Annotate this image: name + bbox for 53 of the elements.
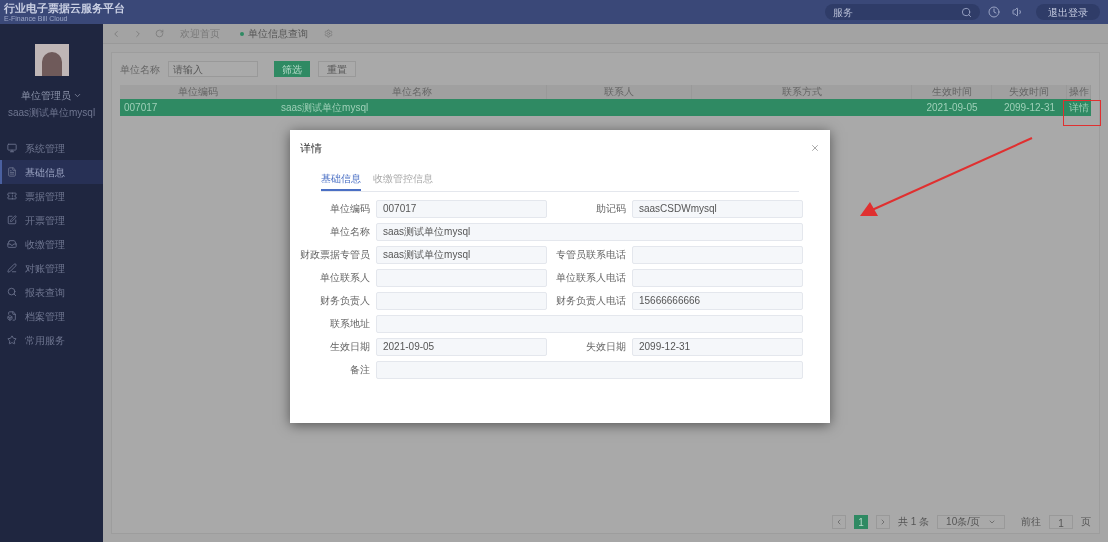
goto-label: 前往	[1021, 515, 1041, 529]
user-name[interactable]: 单位管理员	[21, 88, 71, 103]
user-org: saas测试单位mysql	[7, 106, 96, 120]
table-row[interactable]: 007017 saas测试单位mysql 2021-09-05 2099-12-31 详情	[120, 99, 1091, 116]
name-input-field[interactable]: 请输入	[168, 61, 258, 77]
field-label: 专管员联系电话	[555, 248, 626, 262]
field-label: 备注	[349, 363, 370, 377]
page-tab[interactable]: 单位信息查询	[236, 26, 312, 41]
logout-button[interactable]: 退出登录	[1036, 4, 1100, 20]
reset-button[interactable]: 重置	[318, 61, 356, 77]
sidebar-item[interactable]: 基础信息	[0, 160, 103, 184]
input-field[interactable]: saas测试单位mysql	[376, 222, 803, 241]
sidebar-item[interactable]: 常用服务	[0, 328, 103, 352]
table-cell: 2099-12-31	[1003, 102, 1056, 113]
table-cell: 2021-09-05	[926, 102, 978, 113]
field-label: 财政票据专管员	[299, 248, 370, 262]
field-label: 单位联系人电话	[555, 271, 626, 285]
page-size-select[interactable]: 10条/页	[937, 514, 1005, 529]
page-suffix: 页	[1081, 515, 1091, 529]
filter-button[interactable]: 筛选	[274, 61, 310, 77]
total-count: 共 1 条	[897, 515, 930, 529]
table-cell: saas测试单位mysql	[281, 102, 369, 113]
sidebar-item[interactable]: 档案管理	[0, 304, 103, 328]
sidebar-item[interactable]: 开票管理	[0, 208, 103, 232]
field-label: 生效日期	[329, 340, 370, 354]
search-field[interactable]: 服务	[825, 4, 980, 20]
sidebar-item[interactable]: 票据管理	[0, 184, 103, 208]
sidebar-item[interactable]: 对账管理	[0, 256, 103, 280]
input-field[interactable]: 15666666666	[632, 291, 803, 310]
field-label: 单位联系人	[319, 271, 370, 285]
sidebar-item[interactable]: 系统管理	[0, 136, 103, 160]
app-title: 行业电子票据云服务平台	[4, 1, 125, 15]
input-field[interactable]: 007017	[376, 199, 547, 218]
field-label: 财务负责人	[319, 294, 370, 308]
input-field[interactable]: 2021-09-05	[376, 337, 547, 356]
sidebar-item[interactable]: 收缴管理	[0, 232, 103, 256]
dialog-tab[interactable]: 基础信息	[321, 170, 361, 191]
table-cell: 007017	[124, 102, 158, 113]
input-field[interactable]: saasCSDWmysql	[632, 199, 803, 218]
field-label: 助记码	[595, 202, 626, 216]
field-label: 单位编码	[329, 202, 370, 216]
dialog-title: 详情	[300, 141, 322, 156]
dialog-tab[interactable]: 收缴管控信息	[373, 170, 433, 191]
field-label: 单位名称	[329, 225, 370, 239]
input-field[interactable]: 2099-12-31	[632, 337, 803, 356]
page-button[interactable]: 1	[853, 514, 868, 529]
sidebar-item[interactable]: 报表查询	[0, 280, 103, 304]
input-field[interactable]: saas测试单位mysql	[376, 245, 547, 264]
goto-page-field[interactable]: 1	[1049, 514, 1073, 529]
field-label: 财务负责人电话	[555, 294, 626, 308]
detail-link[interactable]: 详情	[1069, 102, 1089, 113]
field-label: 失效日期	[585, 340, 626, 354]
field-label: 联系地址	[329, 317, 370, 331]
